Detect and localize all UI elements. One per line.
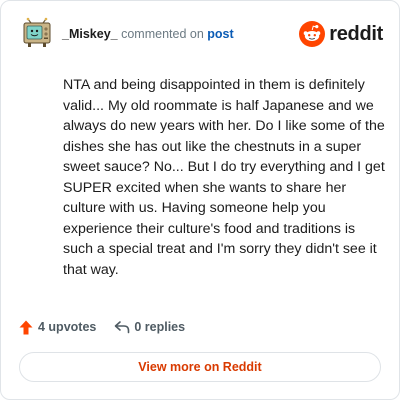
- comment-card: _Miskey_ commented on post reddit NTA an…: [0, 0, 400, 400]
- post-link[interactable]: post: [207, 27, 233, 41]
- view-more-button[interactable]: View more on Reddit: [19, 352, 381, 382]
- reply-arrow-icon: [115, 321, 130, 334]
- upvote-button[interactable]: 4 upvotes: [19, 320, 96, 335]
- username-link[interactable]: _Miskey_: [62, 27, 118, 41]
- comment-meta: _Miskey_ commented on post: [62, 27, 234, 41]
- reply-button[interactable]: 0 replies: [114, 320, 185, 334]
- avatar[interactable]: [21, 17, 53, 49]
- reply-count: 0 replies: [134, 320, 186, 334]
- upvote-arrow-icon: [19, 320, 33, 334]
- reddit-wordmark: reddit: [329, 22, 383, 45]
- comment-header: _Miskey_ commented on post reddit: [21, 17, 383, 51]
- reddit-brand[interactable]: reddit: [299, 21, 383, 47]
- comment-actions: 4 upvotes 0 replies: [19, 317, 185, 337]
- comment-text: NTA and being disappointed in them is de…: [63, 77, 385, 278]
- tv-robot-avatar-icon: [23, 17, 51, 47]
- reddit-snoo-icon: [299, 21, 326, 47]
- upvote-count: 4 upvotes: [38, 320, 97, 334]
- action-text: commented on: [121, 27, 204, 41]
